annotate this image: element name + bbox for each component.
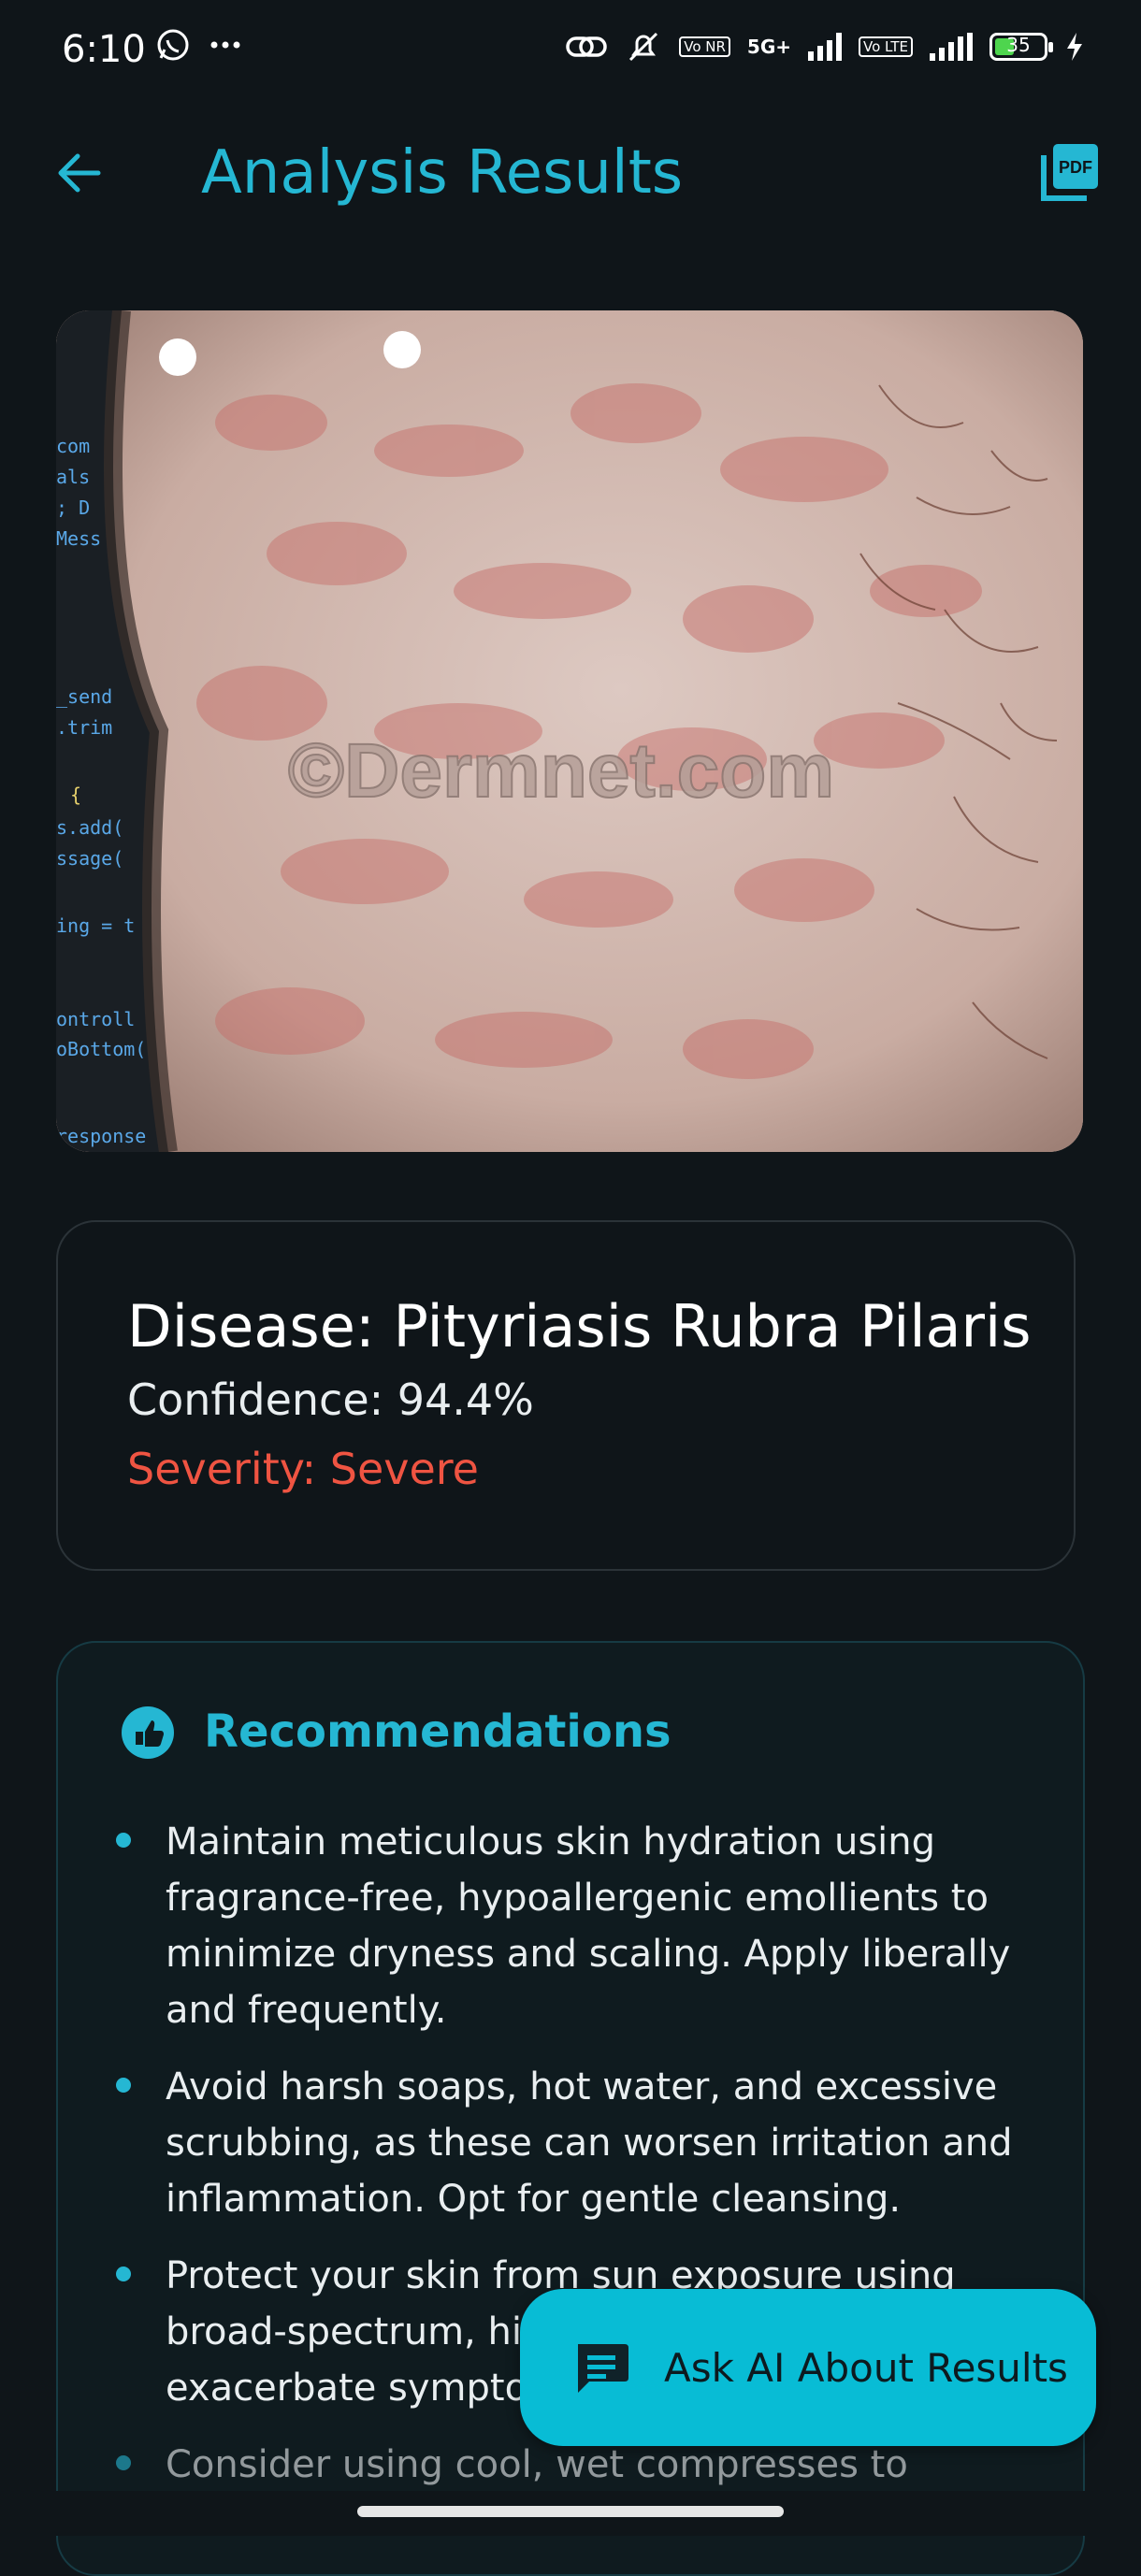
code-fragment: .trim [56,716,112,739]
battery-level: 35 [1006,34,1031,56]
list-item-text: Consider using cool, wet compresses to [166,2443,908,2486]
link-icon [566,36,607,57]
charging-icon [1067,33,1082,61]
thumbs-up-icon [122,1706,174,1759]
list-item: Avoid harsh soaps, hot water, and excess… [112,2059,1029,2227]
volte-badge-2: Vo LTE [859,36,913,57]
code-fragment: { [70,784,81,806]
code-fragment: oBottom( [56,1038,146,1060]
code-fragment: ssage( [56,847,123,870]
code-fragment: com [56,435,90,457]
pdf-icon-label: PDF [1059,158,1092,177]
list-item: Maintain meticulous skin hydration using… [112,1814,1029,2038]
arrow-back-icon [58,153,101,193]
confidence-label: Confidence: 94.4% [127,1374,534,1425]
whatsapp-icon [157,29,189,61]
code-fragment: ing = t [56,914,135,937]
list-item-text: Maintain meticulous skin hydration using… [166,1820,1011,2032]
skin-image: com als ; D Mess _send .trim { s.add( ss… [56,310,1083,1152]
code-fragment: s.add( [56,816,123,839]
recommendations-title: Recommendations [204,1705,672,1758]
back-button[interactable] [47,140,112,206]
ask-ai-button[interactable]: Ask AI About Results [520,2289,1096,2446]
skin-photo: com als ; D Mess _send .trim { s.add( ss… [56,310,1083,1152]
code-fragment: ; D [56,496,90,519]
home-indicator[interactable] [357,2506,784,2517]
export-pdf-button[interactable]: PDF [1040,140,1102,206]
signal-icon-2 [930,33,973,61]
more-dots-icon [210,41,240,49]
status-time: 6:10 [62,28,146,71]
watermark: ©Dermnet.com [288,728,834,813]
ask-ai-label: Ask AI About Results [664,2344,1068,2391]
code-fragment: _send [56,685,112,708]
pdf-icon: PDF [1041,144,1098,201]
battery-icon: 35 [989,33,1053,61]
page-title: Analysis Results [201,138,684,208]
chat-icon [578,2344,628,2393]
list-item-text: Avoid harsh soaps, hot water, and excess… [166,2065,1013,2221]
mute-icon [629,32,658,62]
code-fragment: ontroll [56,1008,135,1030]
severity-label: Severity: Severe [127,1444,479,1494]
code-fragment: Mess [56,527,101,550]
signal-icon [808,33,843,61]
code-fragment: response [56,1125,146,1147]
disease-label: Disease: Pityriasis Rubra Pilaris [127,1292,1032,1360]
code-fragment: als [56,466,90,488]
volte-badge: Vo NR [679,36,730,57]
network-label: 5G+ [746,36,792,58]
